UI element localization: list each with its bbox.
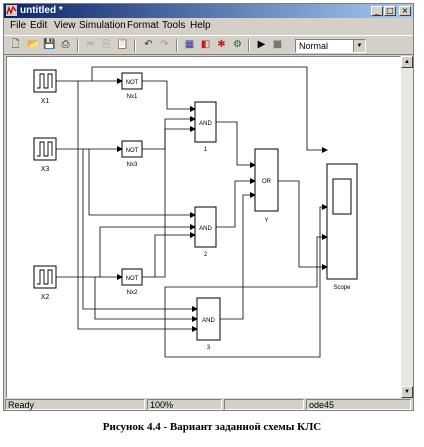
scope-block[interactable] — [326, 163, 358, 280]
not-block-nx2[interactable]: NOT — [121, 268, 143, 286]
pulse-generator-x2[interactable] — [33, 265, 57, 289]
menu-edit[interactable]: Edit — [30, 20, 47, 32]
or-block-name: Y — [264, 218, 268, 224]
menu-help[interactable]: Help — [190, 20, 211, 32]
paste-icon[interactable]: 📋 — [115, 38, 130, 52]
save-icon[interactable]: 💾 — [42, 38, 57, 52]
not-block-nx1[interactable]: NOT — [121, 72, 143, 90]
chevron-down-icon[interactable]: ▼ — [353, 40, 365, 52]
title-bar: untitled * _ □ × — [4, 4, 413, 18]
block-diagram: X1 X3 X2 NOT Nx1 NOT Nx3 NOT Nx2 AND 1 A… — [33, 66, 358, 358]
status-bar: Ready 100% ode45 — [4, 399, 413, 411]
new-file-icon[interactable]: 🗋 — [8, 38, 23, 52]
source-label-x1: X1 — [41, 98, 50, 105]
window-title: untitled * — [20, 5, 63, 16]
and-block-1[interactable]: AND — [194, 101, 217, 143]
toolbar-separator — [176, 39, 178, 52]
pulse-generator-x3[interactable] — [33, 137, 57, 161]
figure-caption: Рисунок 4.4 - Вариант заданной схемы КЛС — [102, 421, 322, 433]
not-block-name-nx3: Nx3 — [127, 162, 138, 168]
toolbar-separator — [134, 39, 136, 52]
copy-icon[interactable]: ⎘ — [99, 38, 114, 52]
start-simulation-icon[interactable]: ▶ — [254, 38, 269, 52]
model-canvas[interactable]: X1 X3 X2 NOT Nx1 NOT Nx3 NOT Nx2 AND 1 A… — [6, 56, 401, 398]
and-block-name-2: 2 — [204, 252, 208, 258]
not-block-label: NOT — [126, 148, 139, 154]
simulation-mode-select[interactable]: Normal ▼ — [295, 39, 366, 53]
model-explorer-icon[interactable]: ◧ — [198, 38, 213, 52]
source-label-x2: X2 — [41, 294, 50, 301]
toolbar-separator — [77, 39, 79, 52]
vertical-scrollbar[interactable]: ▲ ▼ — [401, 56, 413, 398]
and-block-3[interactable]: AND — [196, 297, 221, 341]
stop-simulation-icon[interactable]: ■ — [270, 38, 285, 52]
debug-icon[interactable]: ✱ — [214, 38, 229, 52]
signal-wires — [56, 66, 328, 358]
not-block-label: NOT — [126, 276, 139, 282]
library-browser-icon[interactable]: ▦ — [182, 38, 197, 52]
close-button[interactable]: × — [399, 6, 411, 16]
and-block-name-3: 3 — [207, 345, 211, 351]
and-block-label: AND — [199, 121, 212, 127]
minimize-button[interactable]: _ — [371, 6, 383, 16]
simulation-mode-value: Normal — [299, 41, 329, 51]
undo-icon[interactable]: ↶ — [141, 38, 156, 52]
maximize-button[interactable]: □ — [384, 6, 396, 16]
cut-icon[interactable]: ✂ — [83, 38, 98, 52]
or-block-y[interactable]: OR — [254, 148, 279, 212]
status-blank — [224, 399, 304, 410]
scope-label: Scope — [333, 285, 351, 291]
and-block-label: AND — [202, 318, 215, 324]
not-block-name-nx1: Nx1 — [127, 94, 138, 100]
not-block-label: NOT — [126, 80, 139, 86]
open-folder-icon[interactable]: 📂 — [26, 38, 41, 52]
status-zoom: 100% — [147, 399, 222, 410]
simulink-window: untitled * _ □ × File Edit View Simulati… — [3, 3, 414, 411]
or-block-label: OR — [262, 179, 272, 185]
toolbar-separator — [248, 39, 250, 52]
and-block-2[interactable]: AND — [194, 206, 217, 248]
source-label-x3: X3 — [41, 166, 50, 173]
menu-format[interactable]: Format — [127, 20, 159, 32]
scope-screen-icon — [332, 178, 352, 215]
status-solver: ode45 — [306, 399, 411, 410]
print-icon[interactable]: ⎙ — [58, 38, 73, 52]
toolbar: 🗋 📂 💾 ⎙ ✂ ⎘ 📋 ↶ ↷ ▦ ◧ ✱ ⚙ ▶ ■ Normal ▼ — [4, 35, 413, 55]
simulink-icon — [6, 5, 17, 16]
not-block-name-nx2: Nx2 — [127, 290, 138, 296]
status-state: Ready — [5, 399, 145, 410]
menu-simulation[interactable]: Simulation — [79, 20, 126, 32]
menu-view[interactable]: View — [54, 20, 76, 32]
scroll-down-icon[interactable]: ▼ — [401, 386, 413, 398]
properties-icon[interactable]: ⚙ — [230, 38, 245, 52]
not-block-nx3[interactable]: NOT — [121, 140, 143, 158]
menu-file[interactable]: File — [10, 20, 26, 32]
scroll-up-icon[interactable]: ▲ — [401, 56, 413, 68]
pulse-generator-x1[interactable] — [33, 69, 57, 93]
menu-bar: File Edit View Simulation Format Tools H… — [4, 19, 413, 33]
and-block-label: AND — [199, 226, 212, 232]
and-block-name-1: 1 — [204, 147, 208, 153]
redo-icon[interactable]: ↷ — [157, 38, 172, 52]
menu-tools[interactable]: Tools — [162, 20, 185, 32]
